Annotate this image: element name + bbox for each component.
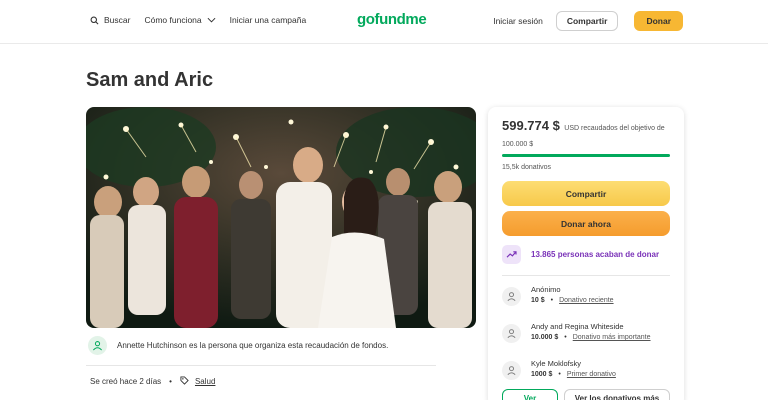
donor-name: Anónimo [531,285,561,294]
donation-info: Andy and Regina Whiteside 10.000 $ • Donat… [531,321,651,343]
donation-tag[interactable]: Donativo reciente [559,297,613,304]
tag-icon [180,376,189,387]
trend-icon [502,245,521,264]
raised-amount: 599.774 $ [502,118,560,133]
search-label: Buscar [104,15,131,25]
wedding-sparkler-photo [86,107,476,328]
donation-amount: 10.000 $ [531,334,559,341]
donation-details: 1000 $ • Primer donativo [531,371,616,378]
created-date: Se creó hace 2 días [90,377,162,386]
recent-donors-banner[interactable]: 13.865 personas acaban de donar [502,245,672,264]
donation-tag[interactable]: Donativo más importante [573,334,651,341]
share-button[interactable]: Compartir [502,181,670,206]
organizer-icon [88,336,107,355]
raised-summary: 599.774 $ USD recaudados del objetivo de… [502,119,677,151]
donation-card: 599.774 $ USD recaudados del objetivo de… [488,107,684,400]
donation-tag[interactable]: Primer donativo [567,371,616,378]
campaign-title: Sam and Aric [86,69,214,91]
organizer-text: Annette Hutchinson es la persona que org… [117,341,389,350]
recent-donors-text: 13.865 personas acaban de donar [531,250,660,259]
nav-left: Buscar Cómo funciona Iniciar una campaña [90,15,320,25]
gofundme-logo[interactable]: gofundme [357,11,427,28]
donor-name: Andy and Regina Whiteside [531,322,624,331]
start-campaign-label: Iniciar una campaña [229,15,307,25]
organizer-row: Annette Hutchinson es la persona que org… [88,336,438,355]
donation-details: 10 $ • Donativo reciente [531,297,614,304]
start-campaign-link[interactable]: Iniciar una campaña [230,15,307,25]
donation-info: Kyle Moklofsky 1000 $ • Primer donativo [531,358,616,380]
divider [502,275,670,276]
how-it-works-label: Cómo funciona [144,15,202,25]
donate-now-button[interactable]: Donar ahora [502,211,670,236]
campaign-meta: Se creó hace 2 días • Salud [90,376,215,387]
chevron-down-icon [207,17,216,23]
campaign-photo[interactable] [86,107,476,328]
share-button-header[interactable]: Compartir [555,11,619,31]
donation-item: Kyle Moklofsky 1000 $ • Primer donativo [502,358,677,380]
donation-item: Anónimo 10 $ • Donativo reciente [502,284,677,306]
divider [86,365,436,366]
nav-right: Iniciar sesión Compartir Donar [493,11,683,31]
donation-info: Anónimo 10 $ • Donativo reciente [531,284,614,306]
donation-item: Andy and Regina Whiteside 10.000 $ • Donat… [502,321,677,343]
see-all-button[interactable]: Ver [502,389,558,400]
donate-button-header[interactable]: Donar [634,11,683,31]
donor-icon [502,287,521,306]
donation-amount: 1000 $ [531,371,553,378]
donor-icon [502,361,521,380]
donor-icon [502,324,521,343]
top-navigation: Buscar Cómo funciona Iniciar una campaña… [0,0,768,44]
donation-amount: 10 $ [531,297,545,304]
category-link[interactable]: Salud [195,377,215,386]
progress-fill [502,154,670,157]
search-link[interactable]: Buscar [90,15,130,25]
see-top-donations-button[interactable]: Ver los donativos más [564,389,670,400]
progress-bar [502,154,670,157]
signin-link[interactable]: Iniciar sesión [493,16,543,26]
donation-details: 10.000 $ • Donativo más importante [531,334,651,341]
search-icon [90,16,99,25]
donations-count: 15,5k donativos [502,164,552,171]
separator-dot: • [169,377,172,386]
donor-name: Kyle Moklofsky [531,359,582,368]
how-it-works-menu[interactable]: Cómo funciona [144,15,216,25]
